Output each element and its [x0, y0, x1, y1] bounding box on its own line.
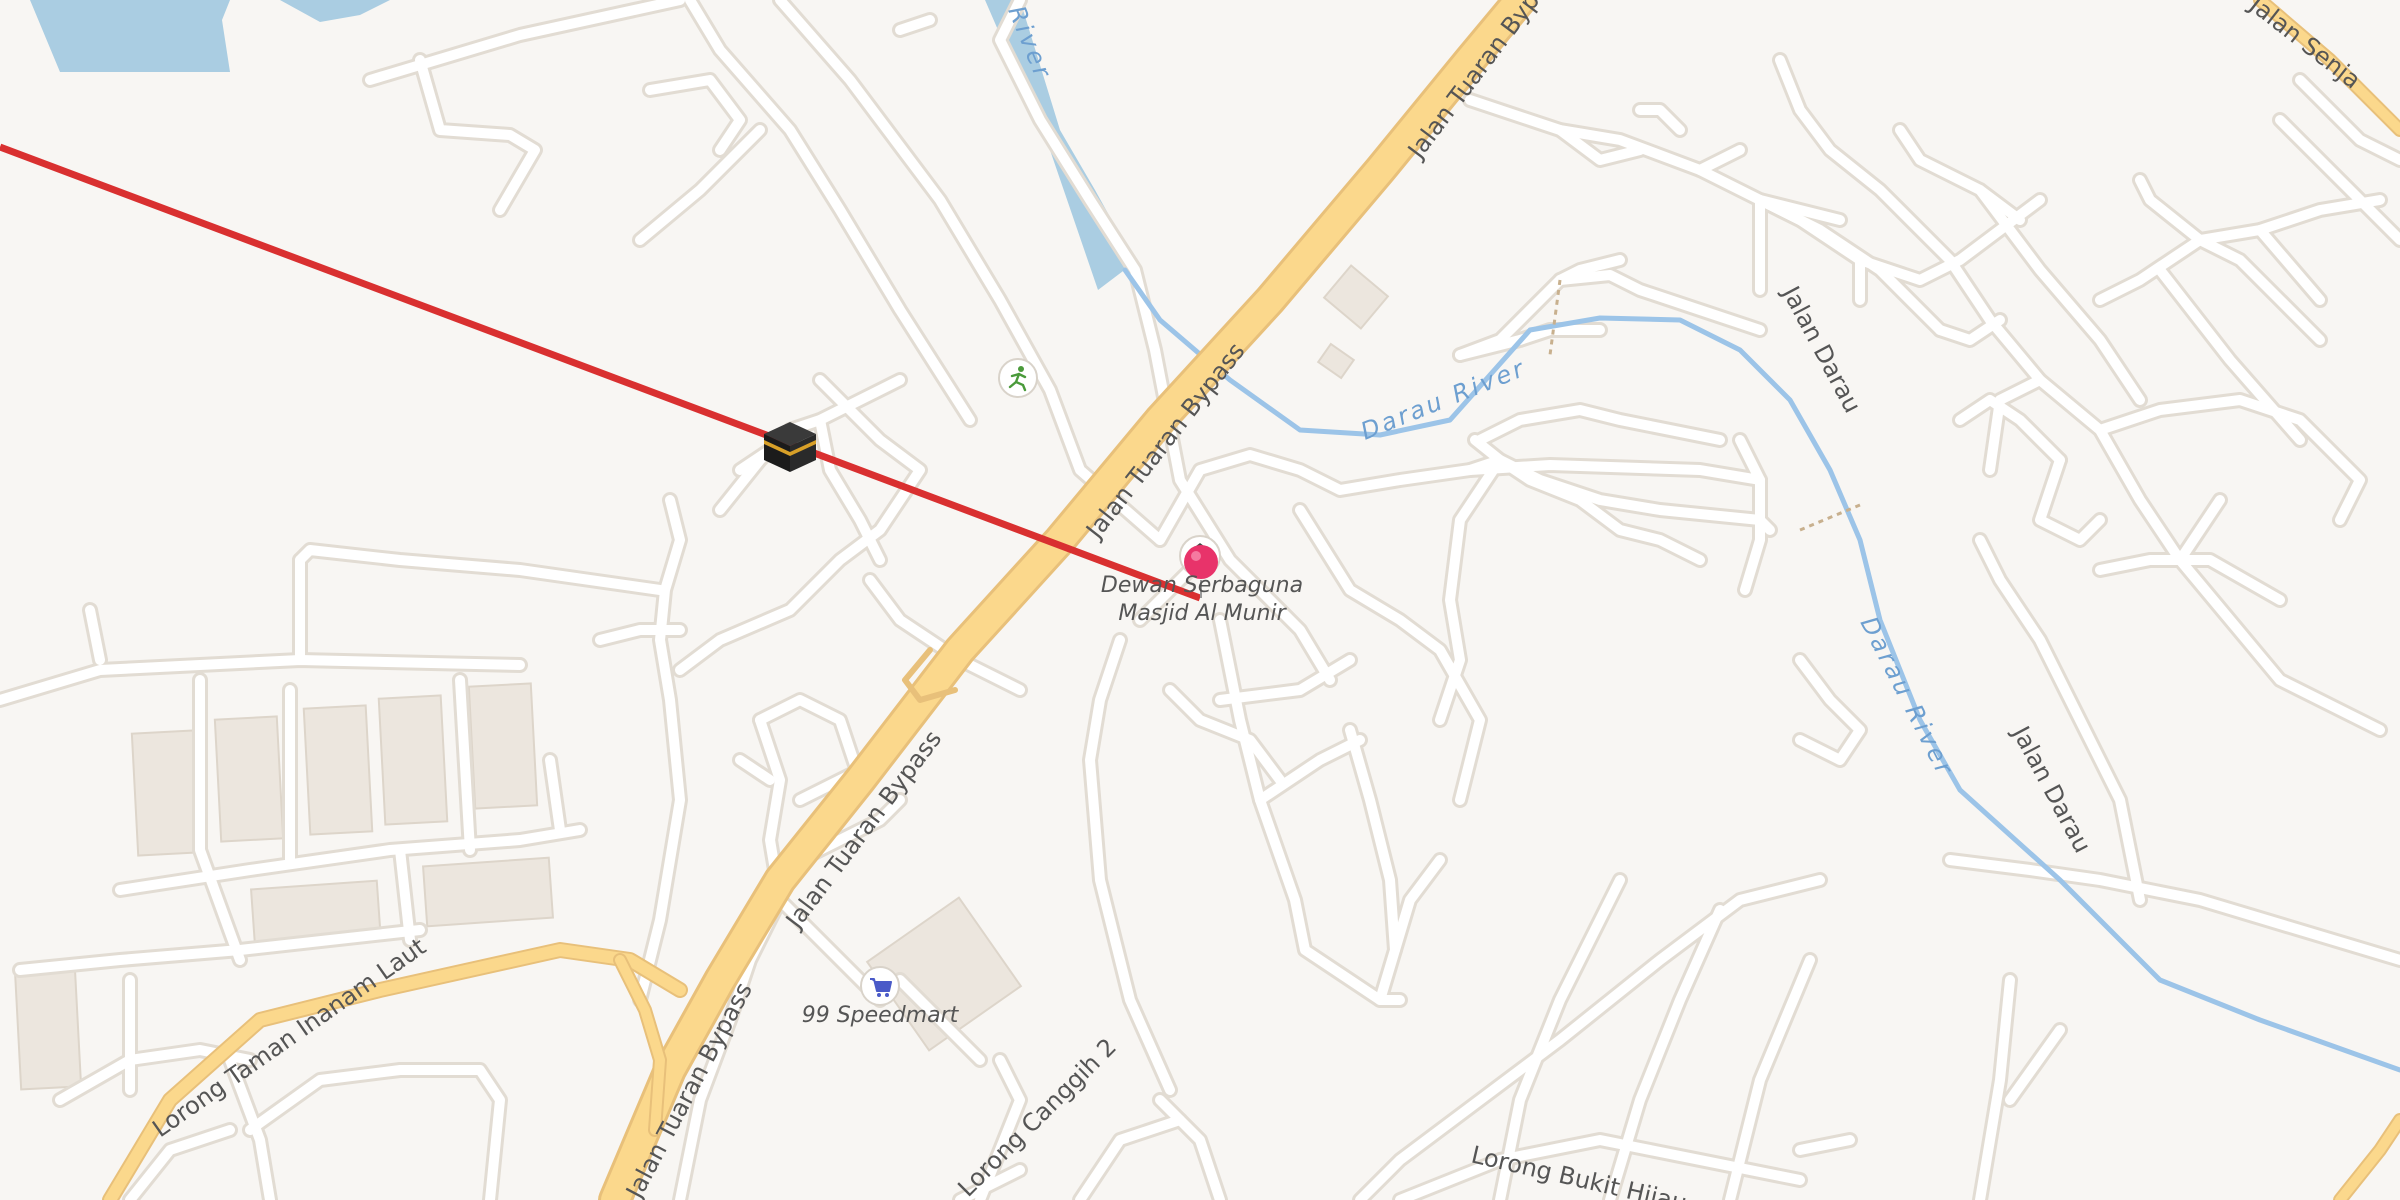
building	[13, 965, 83, 1091]
shop-label: 99 Speedmart	[802, 1003, 960, 1028]
mosque-label-line2: Masjid Al Munir	[1118, 601, 1287, 626]
map-canvas[interactable]: Jalan Tuaran Bypass Jalan Tuaran Bypass …	[0, 0, 2400, 1200]
building	[467, 682, 539, 810]
building	[1322, 264, 1390, 330]
building	[1316, 342, 1356, 380]
building	[302, 704, 374, 836]
highways	[102, 0, 2400, 1200]
minor-roads	[0, 0, 2400, 1200]
river-label: Darau River	[1855, 612, 1960, 781]
building	[130, 729, 202, 857]
shop-poi[interactable]	[860, 966, 900, 1006]
sport-poi[interactable]	[998, 358, 1038, 398]
lake-top-left	[30, 0, 230, 72]
building	[421, 856, 555, 928]
road-labels: Jalan Tuaran Bypass Jalan Tuaran Bypass …	[147, 0, 2366, 1200]
building	[377, 694, 449, 826]
building	[213, 715, 285, 843]
mosque-label-line1: Dewan Serbaguna	[1101, 573, 1303, 598]
lake-top-small	[280, 0, 390, 22]
